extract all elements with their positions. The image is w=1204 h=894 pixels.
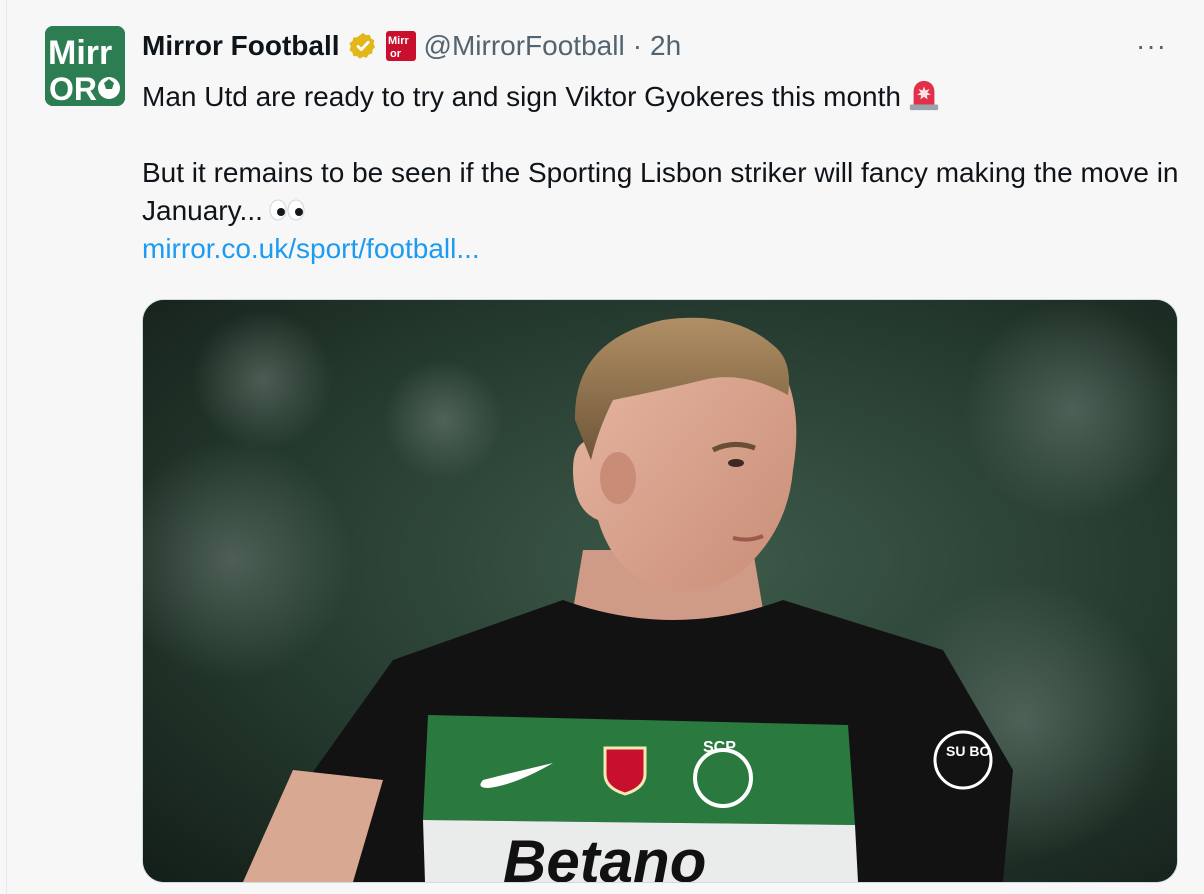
- eyes-emoji-icon: [269, 199, 305, 221]
- avatar-logo-bottom: OR: [49, 71, 97, 106]
- mirror-football-logo-icon: Mirr OR: [45, 26, 125, 106]
- svg-text:or: or: [390, 48, 402, 60]
- author-handle[interactable]: @MirrorFootball: [424, 30, 625, 62]
- article-link[interactable]: mirror.co.uk/sport/football...: [142, 233, 480, 264]
- rotating-light-emoji-icon: [909, 80, 939, 111]
- header-separator: ·: [632, 30, 643, 61]
- more-horizontal-icon: ···: [1136, 30, 1167, 61]
- tweet-line-1: Man Utd are ready to try and sign Viktor…: [142, 78, 1182, 116]
- tweet-media-photo[interactable]: SCP SU BO Betano: [142, 299, 1178, 883]
- crest-text: SCP: [703, 739, 736, 756]
- tweet-line-1-text: Man Utd are ready to try and sign Viktor…: [142, 81, 901, 112]
- tweet-line-2: But it remains to be seen if the Sportin…: [142, 154, 1182, 230]
- avatar-logo-top: Mirr: [48, 34, 112, 72]
- tweet-timestamp[interactable]: 2h: [650, 30, 681, 62]
- tweet-text: Man Utd are ready to try and sign Viktor…: [142, 78, 1182, 268]
- sleeve-badge-text: SU BO: [946, 743, 990, 759]
- author-avatar[interactable]: Mirr OR: [45, 26, 125, 106]
- affiliate-mirror-badge-icon[interactable]: Mirr or: [385, 31, 416, 61]
- verified-badge-icon[interactable]: [348, 31, 378, 61]
- player-photo-image: SCP SU BO Betano: [143, 300, 1177, 882]
- shirt-sponsor-text: Betano: [503, 828, 706, 882]
- more-options-button[interactable]: ···: [1136, 30, 1167, 62]
- author-name[interactable]: Mirror Football: [142, 30, 340, 62]
- tweet-header: Mirror Football Mirr or @MirrorFootball …: [142, 28, 681, 64]
- svg-text:Mirr: Mirr: [388, 35, 410, 47]
- tweet-card[interactable]: Mirr OR Mirror Football Mirr or @MirrorF…: [6, 0, 1204, 894]
